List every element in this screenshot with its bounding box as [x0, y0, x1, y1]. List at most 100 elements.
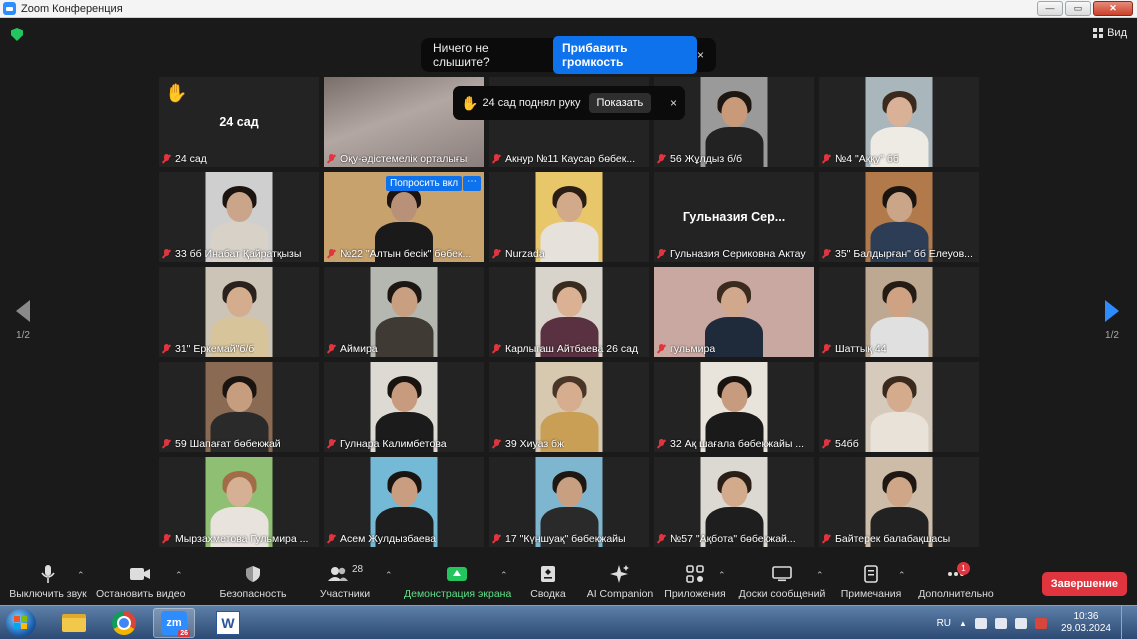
end-meeting-button[interactable]: Завершение [1041, 572, 1127, 596]
prev-page-button[interactable]: 1/2 [8, 300, 38, 341]
speaker-icon[interactable] [994, 617, 1007, 629]
participant-tile[interactable]: гульмира [654, 267, 814, 357]
participant-name-label: 39 Хиуаз бж [492, 438, 646, 450]
participant-tile[interactable]: Асем Жулдызбаева [324, 457, 484, 547]
participant-tile[interactable]: Аймира [324, 267, 484, 357]
encryption-shield-icon[interactable] [11, 28, 23, 41]
participant-tile[interactable]: Гульназия Сер... Гульназия Сериковна Акта… [654, 172, 814, 262]
participant-tile[interactable]: №4 "Аққу" бб [819, 77, 979, 167]
participant-name: Байтерек балабақшасы [835, 533, 951, 545]
meeting-toolbar: Выключить звук ⌃ Остановить видео ⌃ Безо… [0, 558, 1137, 604]
mute-button[interactable]: Выключить звук [8, 564, 88, 600]
start-button[interactable] [6, 609, 36, 637]
participant-name: 54бб [835, 438, 859, 450]
participant-tile[interactable]: 59 Шапағат бөбекжай [159, 362, 319, 452]
ask-to-unmute-button[interactable]: Попросить вкл [386, 176, 463, 191]
participant-name: 59 Шапағат бөбекжай [175, 438, 281, 450]
participant-tile[interactable]: Байтерек балабақшасы [819, 457, 979, 547]
flag-icon[interactable] [1034, 617, 1047, 629]
share-options-caret[interactable]: ⌃ [500, 570, 508, 581]
microphone-muted-icon [822, 249, 831, 259]
participant-name-label: 31" Еркемай"б/б [162, 343, 316, 355]
language-indicator[interactable]: RU [937, 618, 951, 629]
share-screen-button[interactable]: Демонстрация экрана [404, 564, 511, 600]
raised-hand-icon: ✋ [461, 94, 479, 111]
participant-tile[interactable]: 32 Ақ шағала бөбекжайы ... [654, 362, 814, 452]
participant-name: 56 Жұлдыз б/б [670, 153, 743, 165]
taskbar-chrome[interactable] [103, 608, 145, 638]
participants-options-caret[interactable]: ⌃ [385, 570, 393, 581]
window-controls: — ▭ ✕ [1037, 1, 1133, 16]
security-button[interactable]: Безопасность [218, 564, 288, 600]
participant-name: 33 бб Инабат Қайратқызы [175, 248, 302, 260]
video-options-caret[interactable]: ⌃ [175, 570, 183, 581]
raised-hand-icon: ✋ [165, 83, 188, 103]
participant-name-label: Байтерек балабақшасы [822, 533, 976, 545]
whiteboard-icon [738, 564, 826, 584]
participant-tile[interactable]: №57 "Ақбота" бөбекжай... [654, 457, 814, 547]
participant-name: 24 сад [175, 153, 207, 165]
close-button[interactable]: ✕ [1093, 1, 1133, 16]
show-button[interactable]: Показать [588, 93, 652, 113]
notes-options-caret[interactable]: ⌃ [898, 570, 906, 581]
whiteboards-button[interactable]: Доски сообщений [738, 564, 826, 600]
taskbar-explorer[interactable] [53, 608, 95, 638]
participant-name: 31" Еркемай"б/б [175, 343, 255, 355]
view-button[interactable]: Вид [1093, 27, 1127, 39]
close-hand-notification-icon[interactable]: × [670, 96, 677, 110]
participant-name-label: Мырзахметова Гульмира ... [162, 533, 316, 545]
microphone-muted-icon [822, 439, 831, 449]
participant-tile[interactable]: 35" Балдырған" бб Елеуов... [819, 172, 979, 262]
participant-tile[interactable]: 24 сад ✋ 24 сад [159, 77, 319, 167]
summary-button[interactable]: Сводка [528, 564, 568, 600]
participant-tile[interactable]: 33 бб Инабат Қайратқызы [159, 172, 319, 262]
participants-count: 28 [351, 563, 364, 575]
taskbar-zoom[interactable]: zm 26 [153, 608, 195, 638]
apps-options-caret[interactable]: ⌃ [718, 570, 726, 581]
microphone-muted-icon [657, 249, 666, 259]
participant-name-label: Карлыгаш Айтбаева 26 сад [492, 343, 646, 355]
next-page-button[interactable]: 1/2 [1097, 300, 1127, 341]
taskbar-word[interactable]: W [207, 608, 249, 638]
ai-companion-button[interactable]: AI Companion [586, 564, 654, 600]
participant-tile[interactable]: 17 "Күншуақ" бөбекжайы [489, 457, 649, 547]
notes-button[interactable]: Примечания [838, 564, 904, 600]
view-label: Вид [1107, 27, 1127, 39]
participant-tile[interactable]: 39 Хиуаз бж [489, 362, 649, 452]
close-notification-icon[interactable]: × [697, 48, 704, 62]
show-desktop-button[interactable] [1121, 606, 1131, 639]
tile-more-button[interactable]: ⋯ [463, 176, 481, 191]
power-icon[interactable] [1014, 617, 1027, 629]
apps-button[interactable]: Приложения [664, 564, 726, 600]
participant-name: Шаттық 44 [835, 343, 887, 355]
participant-tile[interactable]: Попросить вкл ⋯ №22 "Алтын бесік" бөбек... [324, 172, 484, 262]
stop-video-button[interactable]: Остановить видео [96, 564, 185, 600]
network-icon[interactable] [974, 617, 987, 629]
maximize-button[interactable]: ▭ [1065, 1, 1091, 16]
microphone-muted-icon [492, 439, 501, 449]
increase-volume-button[interactable]: Прибавить громкость [553, 36, 697, 74]
microphone-muted-icon [162, 344, 171, 354]
audio-options-caret[interactable]: ⌃ [77, 570, 85, 581]
participant-tile[interactable]: Гулнара Калимбетова [324, 362, 484, 452]
minimize-button[interactable]: — [1037, 1, 1063, 16]
participant-tile[interactable]: Шаттық 44 [819, 267, 979, 357]
zoom-taskbar-badge: 26 [178, 630, 190, 637]
participant-tile[interactable]: Карлыгаш Айтбаева 26 сад [489, 267, 649, 357]
participant-tile[interactable]: Мырзахметова Гульмира ... [159, 457, 319, 547]
system-clock[interactable]: 10:36 29.03.2024 [1061, 611, 1111, 635]
tray-expand-icon[interactable]: ▲ [959, 619, 967, 628]
participant-tile[interactable]: Nurzada [489, 172, 649, 262]
sparkle-icon [586, 564, 654, 584]
more-button[interactable]: Дополнительно [916, 564, 996, 600]
participant-tile[interactable]: 31" Еркемай"б/б [159, 267, 319, 357]
microphone-icon [8, 564, 88, 584]
participants-button[interactable]: 28 Участники [316, 563, 374, 601]
participant-name-label: №4 "Аққу" бб [822, 153, 976, 165]
audio-notification-text: Ничего не слышите? [433, 41, 490, 69]
whiteboards-options-caret[interactable]: ⌃ [816, 570, 824, 581]
participant-tile[interactable]: 54бб [819, 362, 979, 452]
participant-name: 39 Хиуаз бж [505, 438, 564, 450]
participant-name: №4 "Аққу" бб [835, 153, 899, 165]
participant-name-label: Гулнара Калимбетова [327, 438, 481, 450]
